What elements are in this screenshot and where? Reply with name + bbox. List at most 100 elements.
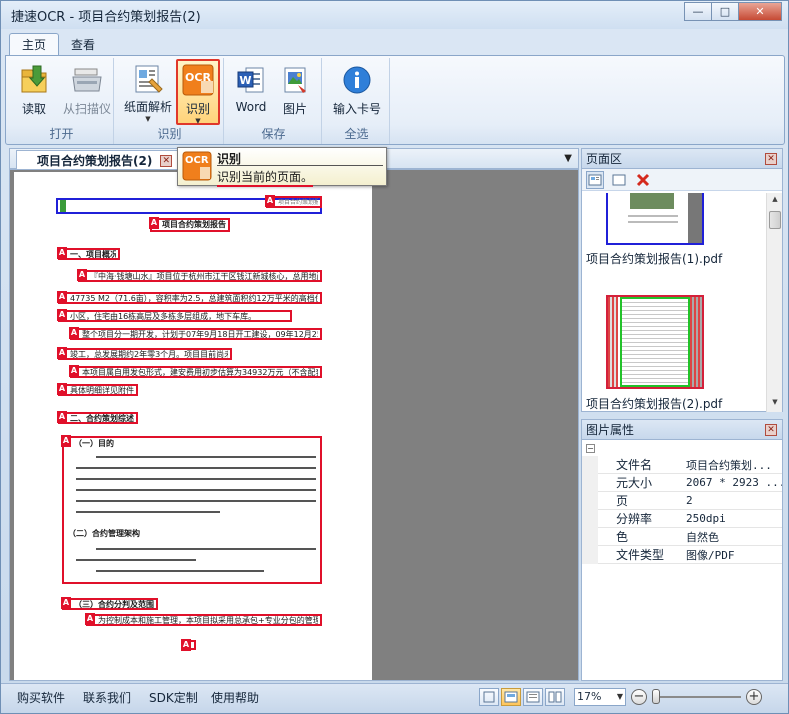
thumbnail-scrollbar[interactable]: ▲ ▼ xyxy=(766,193,782,412)
text-region-marker: A xyxy=(77,269,87,281)
close-icon[interactable]: ✕ xyxy=(765,424,777,436)
ocr-region-paragraph[interactable]: A （一）目的 （二）合约管理架构 xyxy=(61,435,322,584)
document-tab[interactable]: 项目合约策划报告(2) ✕ xyxy=(16,150,180,170)
scanner-icon xyxy=(70,63,104,97)
ocr-icon-text: OCR xyxy=(185,70,211,84)
thumbnail-label[interactable]: 项目合约策划报告(2).pdf xyxy=(586,395,722,412)
tooltip-description: 识别当前的页面。 xyxy=(217,168,314,187)
document-list-dropdown[interactable]: ▼ xyxy=(564,153,572,164)
save-image-label: 图片 xyxy=(282,102,307,116)
property-key: 色 xyxy=(582,527,682,546)
property-row[interactable]: 分辨率 250dpi xyxy=(582,509,782,528)
scrollbar-thumb[interactable] xyxy=(769,211,781,229)
zoom-slider-thumb[interactable] xyxy=(651,689,660,704)
scan-label: 从扫描仪 xyxy=(62,102,111,116)
property-row[interactable]: 文件类型 图像/PDF xyxy=(582,545,782,564)
scroll-down-button[interactable]: ▼ xyxy=(769,398,781,410)
region-text: 项目合约策划报告 xyxy=(162,220,226,229)
split-view-button[interactable] xyxy=(545,688,565,706)
fit-page-view-button[interactable] xyxy=(479,688,499,706)
tab-view[interactable]: 查看 xyxy=(59,33,107,55)
sdk-custom-link[interactable]: SDK定制 xyxy=(149,689,198,706)
ribbon-tabs: 主页 查看 xyxy=(9,33,107,55)
ocr-region[interactable]: A xyxy=(181,639,196,651)
property-row[interactable]: 页2 xyxy=(582,491,782,510)
ocr-region[interactable]: A 竣工，总发展期约2年零3个月。项目目前尚未开工。 xyxy=(57,347,232,360)
ocr-region[interactable]: A 项目合约策划报告 xyxy=(265,195,322,208)
thumbnail-list[interactable]: 项目合约策划报告(1).pdf 项目合约策划报告(2).pdf xyxy=(582,193,766,412)
maximize-button[interactable]: □ xyxy=(711,2,739,21)
zoom-out-button[interactable]: − xyxy=(631,689,647,705)
tab-home[interactable]: 主页 xyxy=(9,33,60,55)
folder-open-icon xyxy=(17,63,51,97)
group-open-label: 打开 xyxy=(49,127,74,141)
region-handle[interactable] xyxy=(60,200,66,212)
help-link[interactable]: 使用帮助 xyxy=(211,689,259,706)
chevron-down-icon: ▼ xyxy=(616,692,623,701)
read-button[interactable]: 读取 xyxy=(18,61,50,123)
zoom-slider-track[interactable] xyxy=(653,696,741,698)
text-region-marker: A xyxy=(57,247,67,259)
image-view-button[interactable] xyxy=(501,688,521,706)
close-icon[interactable]: ✕ xyxy=(160,154,173,167)
scan-button[interactable]: 从扫描仪 xyxy=(62,61,112,123)
property-row[interactable]: 色自然色 xyxy=(582,527,782,546)
collapse-icon[interactable]: − xyxy=(586,444,595,453)
property-value: 250dpi xyxy=(682,509,782,528)
ocr-region[interactable]: A 47735 M2（71.6亩），容积率为2.5，总建筑面积约12万平米的高档… xyxy=(57,291,322,304)
ocr-region[interactable]: A 一、项目概况 xyxy=(57,247,120,260)
text-region-marker: A xyxy=(69,327,79,339)
save-word-label: Word xyxy=(235,100,267,114)
contact-us-link[interactable]: 联系我们 xyxy=(83,689,131,706)
save-image-button[interactable]: 图片 xyxy=(278,61,312,123)
zoom-in-button[interactable]: + xyxy=(746,689,762,705)
region-text: 本项目属自用发包形式，建安费用初步估算为34932万元（不含配套） xyxy=(82,368,318,377)
property-key: 文件类型 xyxy=(582,545,682,564)
region-text: 一、项目概况 xyxy=(70,250,116,259)
ocr-region[interactable]: A 具体明细详见附件一 xyxy=(57,383,138,396)
ocr-region[interactable]: A 本项目属自用发包形式，建安费用初步估算为34932万元（不含配套） xyxy=(69,365,322,378)
buy-software-link[interactable]: 购买软件 xyxy=(17,689,65,706)
recognize-tooltip: OCR 识别 识别当前的页面。 xyxy=(177,147,387,187)
ocr-region[interactable]: A 小区，住宅由16栋高层及多栋多层组成，地下车库。 xyxy=(57,309,292,322)
save-word-button[interactable]: W Word xyxy=(234,61,268,123)
page-panel-title: 页面区 xyxy=(586,152,623,166)
property-key: 文件名 xyxy=(582,456,682,474)
layout-analysis-label: 纸面解析 xyxy=(124,100,173,114)
ocr-region[interactable]: A （三）合约分判及范围 xyxy=(61,597,158,610)
thumbnail-page-2[interactable] xyxy=(606,295,704,389)
group-open: 读取 从扫描仪 打开 xyxy=(10,58,114,144)
ocr-region[interactable]: A 为控制成本和施工管理，本项目拟采用总承包+专业分包的管理模式。 xyxy=(85,613,322,626)
close-button[interactable]: ✕ xyxy=(738,2,782,21)
title-bar[interactable]: 捷速OCR - 项目合约策划报告(2) — □ ✕ xyxy=(1,1,788,29)
page-panel: 页面区 ✕ 项目合约策划报告(1).pdf 项目合约策划报告(2).pdf ▲ … xyxy=(581,148,783,412)
layout-analysis-button[interactable]: 纸面解析 ▼ xyxy=(124,61,172,123)
property-row[interactable]: 文件名 项目合约策划... xyxy=(582,456,782,474)
property-row[interactable]: 元大小 2067 * 2923 ... xyxy=(582,473,782,492)
thumbnail-page-1[interactable] xyxy=(606,193,704,245)
region-text: （二）合约管理架构 xyxy=(68,529,140,538)
enter-serial-button[interactable]: 输入卡号 xyxy=(330,61,384,123)
document-page[interactable]: A 项目合约策划报告 A 项目合约策划报告 A 一、项目概况 A 『中海·钱塘山… xyxy=(14,172,372,680)
read-label: 读取 xyxy=(21,102,46,116)
document-view[interactable]: A 项目合约策划报告 A 项目合约策划报告 A 一、项目概况 A 『中海·钱塘山… xyxy=(9,169,579,681)
ocr-region[interactable]: A 项目合约策划报告 xyxy=(149,217,230,232)
zoom-select[interactable]: 17% ▼ xyxy=(574,688,626,706)
group-save-label: 保存 xyxy=(261,127,286,141)
text-view-button[interactable] xyxy=(523,688,543,706)
blank-page-icon[interactable] xyxy=(610,171,628,189)
document-background xyxy=(372,170,578,680)
delete-icon[interactable] xyxy=(634,171,652,189)
ocr-region[interactable]: A 『中海·钱塘山水』项目位于杭州市江干区钱江新城核心，总用地面积为 xyxy=(77,269,322,282)
recognize-button[interactable]: OCR 识别 ▼ xyxy=(176,59,220,125)
recognize-label: 识别 xyxy=(185,102,210,116)
document-tab-title: 项目合约策划报告(2) xyxy=(37,154,153,168)
image-icon xyxy=(278,63,312,97)
close-icon[interactable]: ✕ xyxy=(765,153,777,165)
minimize-button[interactable]: — xyxy=(684,2,712,21)
scroll-up-button[interactable]: ▲ xyxy=(769,195,781,207)
thumbnail-label[interactable]: 项目合约策划报告(1).pdf xyxy=(586,250,722,267)
thumbnail-view-icon[interactable] xyxy=(586,171,604,189)
ocr-region[interactable]: A 整个项目分一期开发，计划于07年9月18日开工建设，09年12月25日 xyxy=(69,327,322,340)
ocr-region[interactable]: A 二、合约策划综述 xyxy=(57,411,138,424)
